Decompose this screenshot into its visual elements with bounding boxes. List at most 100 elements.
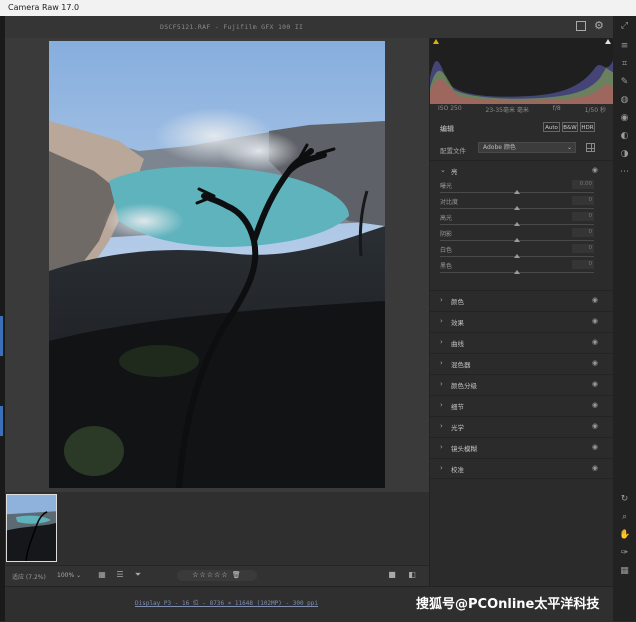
filter-icon[interactable]: ⏷ <box>133 570 143 580</box>
watermark: 搜狐号@PCOnline太平洋科技 <box>416 597 600 612</box>
auto-button[interactable]: Auto <box>543 122 560 132</box>
section-color[interactable]: › 颜色 ◉ <box>430 290 614 310</box>
profile-select[interactable]: Adobe 颜色 ⌄ <box>478 142 576 153</box>
slider-thumb[interactable] <box>514 206 520 210</box>
section-label: 效果 <box>451 319 464 327</box>
slider-value-input[interactable]: 0 <box>572 228 594 237</box>
slider-value-input[interactable]: 0 <box>572 244 594 253</box>
section-light-label: 亮 <box>451 168 458 176</box>
section-calibration[interactable]: › 校准 ◉ <box>430 458 614 479</box>
slider-thumb[interactable] <box>514 254 520 258</box>
slider-contrast[interactable]: 对比度 0 <box>440 196 594 212</box>
eye-icon[interactable]: ◉ <box>592 338 598 346</box>
slider-highlights[interactable]: 高光 0 <box>440 212 594 228</box>
slider-value-input[interactable]: 0 <box>572 212 594 221</box>
zoom-fit-label[interactable]: 适应 (7.2%) <box>12 572 46 581</box>
fullscreen-icon[interactable]: ⤢ <box>619 21 630 32</box>
slider-thumb[interactable] <box>514 222 520 226</box>
eye-icon[interactable]: ◉ <box>592 464 598 472</box>
crop-icon[interactable]: ⌗ <box>619 59 630 70</box>
redeye-icon[interactable]: ◉ <box>619 113 630 124</box>
slider-value-input[interactable]: 0 <box>572 260 594 269</box>
section-label: 混色器 <box>451 361 471 369</box>
slider-label: 黑色 <box>440 263 453 270</box>
rating-stars: ☆☆☆☆☆ <box>192 571 229 579</box>
eye-icon[interactable]: ◉ <box>592 359 598 367</box>
profile-value: Adobe 颜色 <box>483 144 516 151</box>
eye-icon[interactable]: ◉ <box>592 443 598 451</box>
trash-icon[interactable]: 🗑 <box>232 571 242 579</box>
edit-sliders-icon[interactable]: ≡ <box>619 41 630 52</box>
star-rating[interactable]: ☆☆☆☆☆ 🗑 <box>177 570 257 581</box>
workflow-options-link[interactable]: Display P3 - 16 位 - 8736 × 11648 (102MP)… <box>135 598 318 607</box>
section-label: 光学 <box>451 424 464 432</box>
eye-icon[interactable]: ◉ <box>592 422 598 430</box>
section-effects[interactable]: › 效果 ◉ <box>430 311 614 331</box>
window-titlebar: Camera Raw 17.0 <box>0 0 636 16</box>
filmstrip-thumbnail[interactable] <box>6 494 57 562</box>
window-title: Camera Raw 17.0 <box>8 3 80 12</box>
background-window-mark <box>0 406 3 436</box>
chevron-right-icon: › <box>440 464 443 472</box>
slider-whites[interactable]: 白色 0 <box>440 244 594 260</box>
eye-icon[interactable]: ◉ <box>592 296 598 304</box>
grid-overlay-icon[interactable]: ▦ <box>619 566 630 577</box>
chevron-right-icon: › <box>440 359 443 367</box>
section-label: 颜色 <box>451 298 464 306</box>
view-toolbar: 适应 (7.2%) 100% ⌄ ▦ ☰ ⏷ ☆☆☆☆☆ 🗑 ■ ◧ <box>5 565 429 586</box>
slider-blacks[interactable]: 黑色 0 <box>440 260 594 276</box>
zoom-value: 100% <box>57 572 75 579</box>
section-label: 曲线 <box>451 340 464 348</box>
slider-thumb[interactable] <box>514 238 520 242</box>
slider-exposure[interactable]: 曝光 0.00 <box>440 180 594 196</box>
slider-thumb[interactable] <box>514 190 520 194</box>
healing-icon[interactable]: ✎ <box>619 77 630 88</box>
section-lens-blur[interactable]: › 镜头模糊 ◉ <box>430 437 614 457</box>
snapshots-icon[interactable]: ◑ <box>619 149 630 160</box>
filmstrip-toggle-icon[interactable]: ▦ <box>97 570 107 580</box>
zoom-icon[interactable]: ⌕ <box>619 512 630 523</box>
more-options-icon[interactable]: ⋯ <box>619 167 630 178</box>
focal-length-value: 23-35毫米 毫米 <box>485 107 529 114</box>
eye-icon[interactable]: ◉ <box>592 166 598 174</box>
presets-icon[interactable]: ◐ <box>619 131 630 142</box>
color-sampler-icon[interactable]: ✑ <box>619 548 630 559</box>
eye-icon[interactable]: ◉ <box>592 380 598 388</box>
rotate-icon[interactable]: ↻ <box>619 494 630 505</box>
chevron-down-icon: ⌄ <box>76 572 82 579</box>
photo-preview[interactable] <box>49 41 385 488</box>
chevron-right-icon: › <box>440 338 443 346</box>
section-color-mixer[interactable]: › 混色器 ◉ <box>430 353 614 373</box>
section-detail[interactable]: › 细节 ◉ <box>430 395 614 415</box>
bw-button[interactable]: B&W <box>562 122 578 132</box>
slider-value-input[interactable]: 0 <box>572 196 594 205</box>
gear-icon[interactable]: ⚙ <box>594 20 604 31</box>
chevron-right-icon: › <box>440 317 443 325</box>
section-curve[interactable]: › 曲线 ◉ <box>430 332 614 352</box>
filmstrip <box>5 492 429 565</box>
slider-shadows[interactable]: 阴影 0 <box>440 228 594 244</box>
compare-view-icon[interactable]: ◧ <box>407 570 417 580</box>
chevron-right-icon: › <box>440 422 443 430</box>
slider-thumb[interactable] <box>514 270 520 274</box>
chevron-right-icon: › <box>440 401 443 409</box>
eye-icon[interactable]: ◉ <box>592 317 598 325</box>
section-color-grading[interactable]: › 颜色分级 ◉ <box>430 374 614 394</box>
masking-icon[interactable]: ◍ <box>619 95 630 106</box>
section-light[interactable]: ⌄ 亮 ◉ <box>430 160 614 180</box>
iso-value: ISO 250 <box>438 105 462 112</box>
profile-browser-icon[interactable] <box>586 143 595 152</box>
export-icon[interactable] <box>576 21 586 31</box>
single-view-icon[interactable]: ■ <box>387 570 397 580</box>
slider-label: 曝光 <box>440 183 453 190</box>
slider-value-input[interactable]: 0.00 <box>572 180 594 189</box>
shutter-speed-value: 1/50 秒 <box>584 107 606 114</box>
zoom-select[interactable]: 100% ⌄ <box>57 570 87 581</box>
eye-icon[interactable]: ◉ <box>592 401 598 409</box>
sort-icon[interactable]: ☰ <box>115 570 125 580</box>
hand-icon[interactable]: ✋ <box>619 530 630 541</box>
slider-label: 高光 <box>440 215 453 222</box>
section-optics[interactable]: › 光学 ◉ <box>430 416 614 436</box>
hdr-button[interactable]: HDR <box>580 122 595 132</box>
edit-panel-title: 编辑 <box>440 125 454 133</box>
